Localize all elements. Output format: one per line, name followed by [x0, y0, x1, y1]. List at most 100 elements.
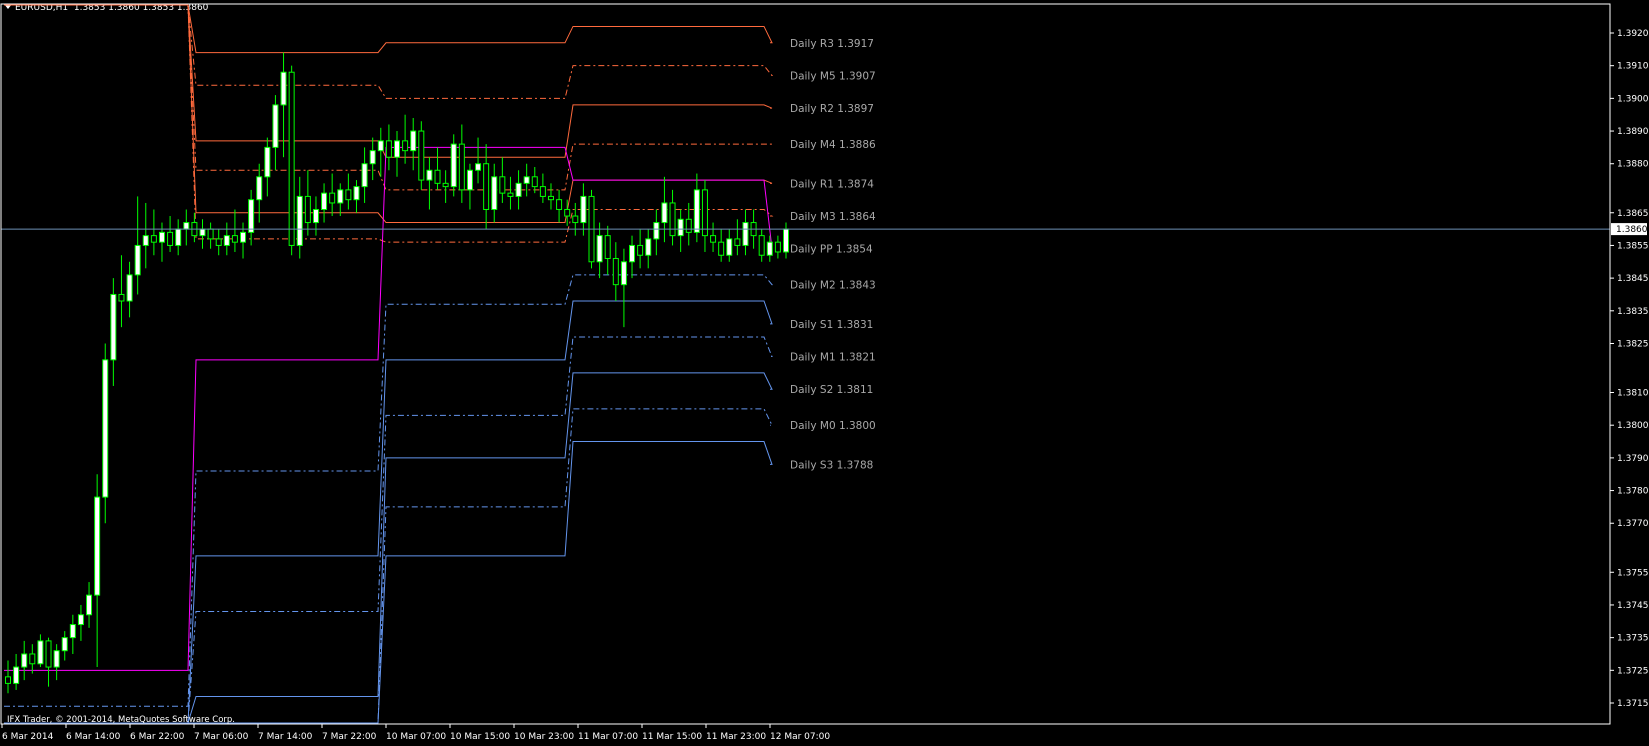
candle-body	[21, 653, 28, 668]
candle-body	[685, 218, 692, 233]
price-tick-label: 1.3780	[1617, 487, 1649, 497]
candle-body	[402, 140, 409, 152]
price-chart[interactable]: Daily R3 1.3917 Daily M5 1.3907 Daily R2 1…	[0, 0, 1649, 746]
candle-body	[507, 192, 514, 197]
candle-body	[102, 359, 109, 498]
candle-body	[312, 208, 319, 224]
price-tick-label: 1.3770	[1617, 519, 1649, 529]
candle-body	[450, 143, 457, 188]
price-tick-label: 1.3800	[1617, 421, 1649, 431]
candle-body	[515, 182, 522, 197]
candle-body	[369, 150, 376, 165]
candle-body	[604, 235, 611, 260]
candle-body	[288, 71, 295, 246]
candle-body	[491, 176, 498, 210]
candle-body	[718, 241, 725, 256]
candle-body	[612, 258, 619, 286]
candle-body	[45, 640, 52, 668]
candle-body	[345, 189, 352, 201]
candle-body	[158, 231, 165, 243]
candle-body	[183, 222, 190, 230]
candle-body	[629, 244, 636, 263]
time-tick-label: 6 Mar 2014	[2, 732, 54, 742]
price-tick-label: 1.3715	[1617, 699, 1649, 709]
time-tick-label: 10 Mar 23:00	[514, 732, 574, 742]
pivot-line-m2	[4, 274, 774, 707]
time-tick-label: 12 Mar 07:00	[770, 732, 830, 742]
pivot-line-m3	[4, 4, 774, 243]
candle-body	[86, 594, 93, 616]
candle-body	[661, 202, 668, 224]
candle-body	[726, 238, 733, 256]
time-axis[interactable]: 6 Mar 2014 6 Mar 14:00 6 Mar 22:00 7 Mar 06…	[1, 724, 830, 742]
pivot-label-daily-s1: Daily S1 1.3831	[790, 319, 873, 331]
candle-body	[110, 293, 117, 361]
candle-body	[280, 71, 287, 106]
pivot-line-m5	[4, 4, 774, 99]
candle-body	[547, 195, 554, 201]
pivot-line-m4	[4, 4, 772, 191]
candle-body	[142, 235, 149, 246]
candle-body	[394, 140, 400, 158]
price-axis[interactable]: 1.3920 1.3910 1.3900 1.3890 1.3880 1.3865 1.38…	[1610, 29, 1649, 709]
candle-body	[774, 241, 781, 253]
candle-body	[5, 676, 11, 684]
candle-body	[199, 228, 206, 237]
pivot-line-s3	[4, 441, 773, 724]
candle-body	[466, 169, 473, 191]
candle-body	[61, 637, 68, 652]
price-tick-label: 1.3900	[1617, 94, 1649, 104]
candle-body	[175, 228, 182, 246]
time-tick-label: 11 Mar 07:00	[578, 732, 638, 742]
candle-body	[710, 235, 717, 243]
pivot-line-r3	[4, 4, 773, 54]
candle-body	[385, 140, 392, 158]
time-tick-label: 10 Mar 15:00	[450, 732, 510, 742]
candle-body	[94, 496, 101, 596]
pivot-line-r1	[4, 4, 773, 224]
pivot-line-m1	[4, 336, 773, 724]
price-tick-label: 1.3755	[1617, 568, 1649, 578]
candle-body	[256, 176, 263, 201]
pivot-label-daily-m1: Daily M1 1.3821	[790, 352, 876, 364]
candle-body	[580, 195, 587, 224]
candle-body	[418, 130, 425, 181]
pivot-label-daily-r2: Daily R2 1.3897	[790, 103, 874, 115]
current-price-tag: 1.3860	[1611, 223, 1648, 236]
candle-body	[483, 163, 490, 210]
time-tick-label: 7 Mar 14:00	[258, 732, 313, 742]
pivot-line-s1	[4, 300, 773, 724]
time-tick-label: 10 Mar 07:00	[386, 732, 446, 742]
candle-body	[29, 653, 36, 665]
candle-body	[77, 614, 84, 626]
price-tick-label: 1.3735	[1617, 634, 1649, 644]
pivot-label-daily-r1: Daily R1 1.3874	[790, 178, 874, 190]
candle-body	[126, 274, 133, 302]
price-tick-label: 1.3910	[1617, 62, 1649, 72]
candle-body	[677, 218, 684, 237]
candle-body	[353, 186, 360, 201]
candle-body	[645, 238, 652, 256]
candle-body	[377, 140, 384, 152]
price-tick-label: 1.3745	[1617, 601, 1649, 611]
candle-body	[118, 293, 125, 302]
candle-body	[734, 238, 741, 246]
candle-body	[556, 199, 563, 210]
price-tick-label: 1.3890	[1617, 127, 1649, 137]
candle-body	[329, 192, 336, 204]
time-tick-label: 7 Mar 22:00	[322, 732, 377, 742]
price-tick-label: 1.3855	[1617, 241, 1649, 251]
candle-body	[564, 208, 571, 217]
candle-body	[523, 176, 530, 184]
pivot-label-daily-pp: Daily PP 1.3854	[790, 244, 873, 256]
candle-body	[134, 244, 141, 276]
candle-body	[37, 640, 44, 665]
candle-body	[296, 195, 303, 246]
pivot-line-r2	[4, 4, 773, 158]
time-tick-label: 7 Mar 06:00	[194, 732, 249, 742]
pivot-label-daily-m0: Daily M0 1.3800	[790, 420, 876, 432]
candle-body	[742, 222, 749, 246]
candle-body	[434, 169, 441, 184]
price-tick-label: 1.3825	[1617, 339, 1649, 349]
price-tick-label: 1.3880	[1617, 160, 1649, 170]
